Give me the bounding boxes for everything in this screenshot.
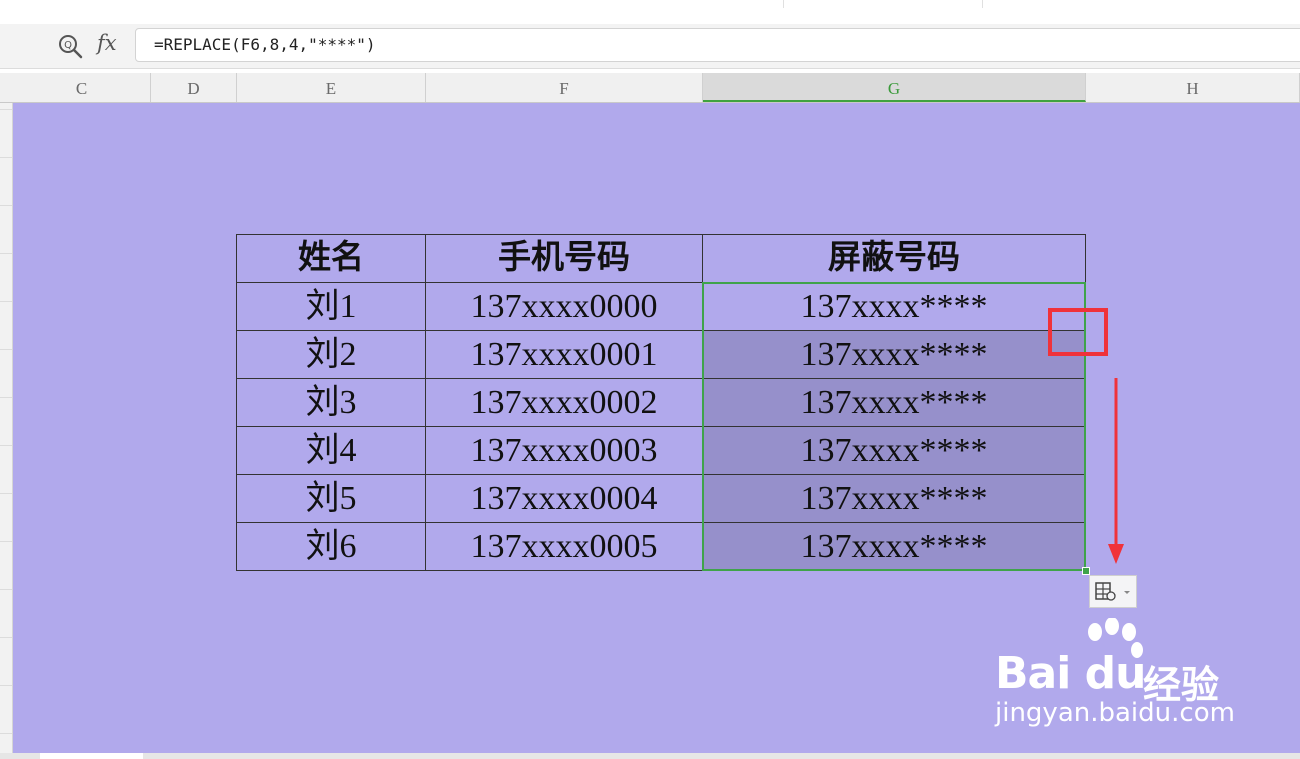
selection-range xyxy=(702,282,1086,571)
fill-handle[interactable] xyxy=(1082,567,1090,575)
phone-cell[interactable]: 137xxxx0001 xyxy=(425,330,703,379)
name-cell[interactable]: 刘3 xyxy=(236,378,426,427)
column-header-c[interactable]: C xyxy=(13,73,151,102)
autofill-options-icon xyxy=(1095,582,1130,601)
column-header-f[interactable]: F xyxy=(426,73,703,102)
baidu-watermark: Bai du 经验 jingyan.baidu.com xyxy=(995,618,1255,738)
zoom-icon[interactable]: Q xyxy=(56,32,84,60)
watermark-brand: Bai du xyxy=(995,648,1146,699)
name-cell[interactable]: 刘6 xyxy=(236,522,426,571)
sheet-tab-strip xyxy=(0,753,1300,759)
column-header-bar: C D E F G H xyxy=(0,73,1300,103)
column-header-d[interactable]: D xyxy=(151,73,237,102)
phone-cell[interactable]: 137xxxx0000 xyxy=(425,282,703,331)
sheet-tab[interactable] xyxy=(40,753,143,759)
phone-cell[interactable]: 137xxxx0002 xyxy=(425,378,703,427)
autofill-options-button[interactable] xyxy=(1089,575,1137,608)
name-cell[interactable]: 刘2 xyxy=(236,330,426,379)
fx-icon[interactable]: fx xyxy=(97,31,117,55)
header-cell-masked[interactable]: 屏蔽号码 xyxy=(702,234,1086,283)
annotation-highlight-box xyxy=(1048,308,1108,356)
svg-text:Q: Q xyxy=(64,40,72,51)
table-header-row: 姓名 手机号码 屏蔽号码 xyxy=(236,234,1086,283)
column-header-g[interactable]: G xyxy=(703,73,1086,102)
row-header-bar xyxy=(0,103,13,753)
column-header-e[interactable]: E xyxy=(237,73,426,102)
formula-input[interactable]: =REPLACE(F6,8,4,"****") xyxy=(135,28,1300,62)
phone-cell[interactable]: 137xxxx0005 xyxy=(425,522,703,571)
header-cell-phone[interactable]: 手机号码 xyxy=(425,234,703,283)
watermark-url: jingyan.baidu.com xyxy=(995,698,1235,728)
top-strip xyxy=(0,0,1300,25)
phone-cell[interactable]: 137xxxx0004 xyxy=(425,474,703,523)
annotation-down-arrow-icon xyxy=(1108,378,1124,564)
name-cell[interactable]: 刘1 xyxy=(236,282,426,331)
formula-bar: Q fx =REPLACE(F6,8,4,"****") xyxy=(0,24,1300,69)
name-cell[interactable]: 刘4 xyxy=(236,426,426,475)
column-header-h[interactable]: H xyxy=(1086,73,1300,102)
name-cell[interactable]: 刘5 xyxy=(236,474,426,523)
phone-cell[interactable]: 137xxxx0003 xyxy=(425,426,703,475)
header-cell-name[interactable]: 姓名 xyxy=(236,234,426,283)
